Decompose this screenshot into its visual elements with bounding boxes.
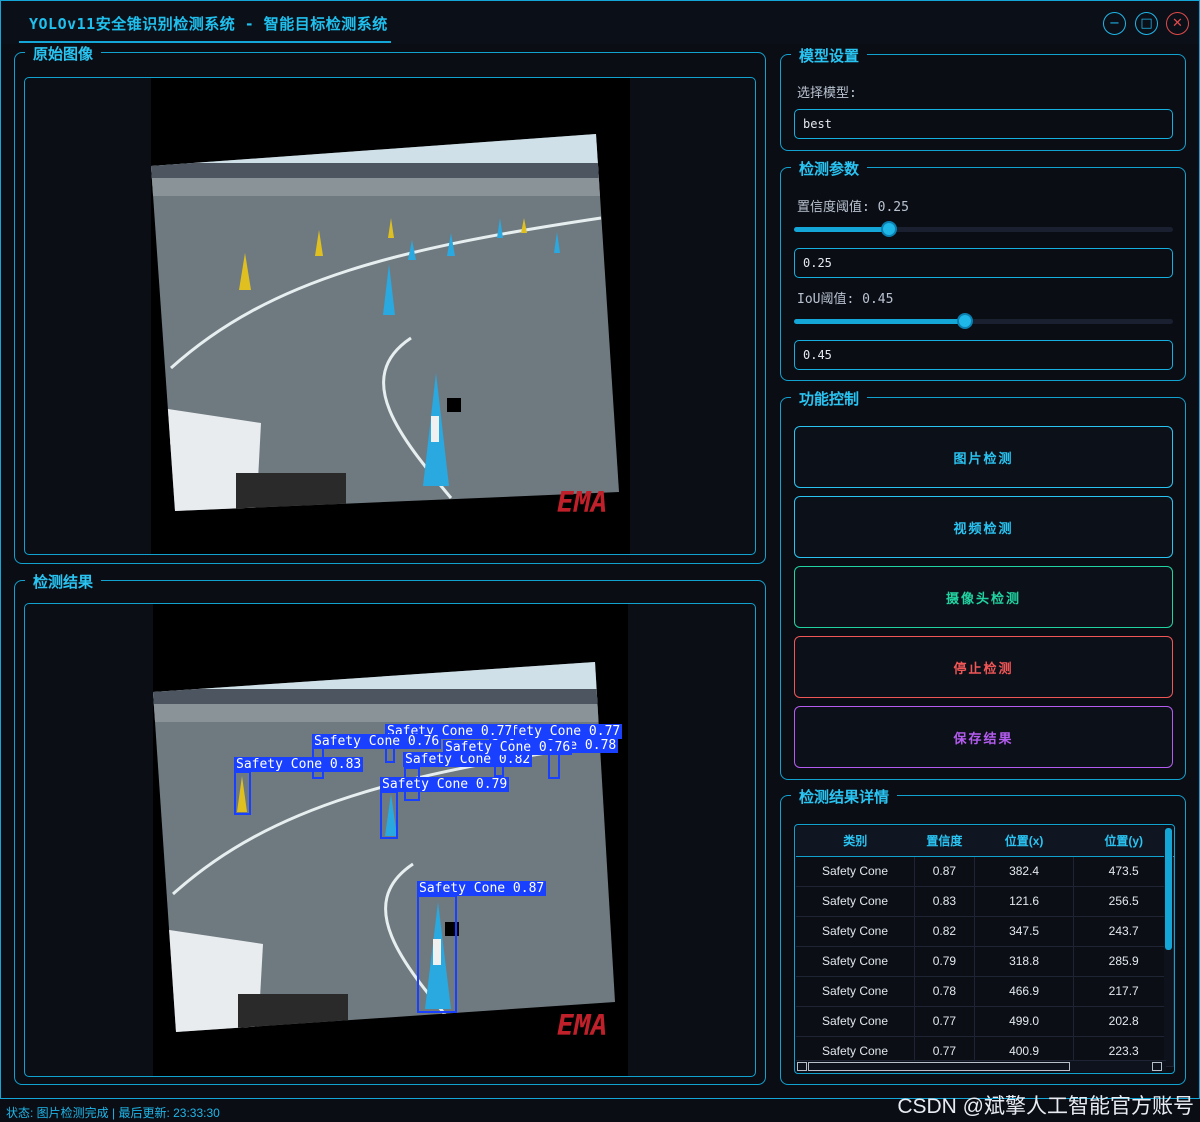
table-cell: Safety Cone xyxy=(796,886,915,917)
original-image-group: 原始图像 EMA xyxy=(14,43,766,564)
watermark-logo: EMA xyxy=(557,1009,608,1042)
iou-slider-knob[interactable] xyxy=(956,313,973,329)
table-cell: Safety Cone xyxy=(796,916,915,947)
video-detect-button[interactable]: 视频检测 xyxy=(794,496,1173,558)
table-cell: 318.8 xyxy=(974,946,1075,977)
scroll-left-arrow[interactable] xyxy=(797,1062,807,1071)
original-image-scene xyxy=(151,134,619,511)
function-controls-group: 功能控制 图片检测 视频检测 摄像头检测 停止检测 保存结果 xyxy=(780,388,1186,780)
detection-label: Safety Cone 0.79 xyxy=(380,777,510,792)
table-cell: 473.5 xyxy=(1073,856,1174,887)
maximize-button[interactable]: □ xyxy=(1135,12,1158,35)
table-cell: 243.7 xyxy=(1073,916,1174,947)
detection-result-title: 检测结果 xyxy=(25,571,102,592)
table-row[interactable]: Safety Cone 0.79 318.8 285.9 xyxy=(796,946,1174,977)
vertical-scrollbar[interactable] xyxy=(1164,826,1173,1066)
minimize-button[interactable]: − xyxy=(1103,12,1126,35)
original-image: EMA xyxy=(151,78,630,554)
iou-slider[interactable] xyxy=(794,313,1173,329)
table-cell: 0.79 xyxy=(914,946,975,977)
detection-label: Safety Cone 0.76 xyxy=(443,740,573,755)
model-select[interactable]: best xyxy=(794,109,1173,139)
confidence-label: 置信度阈值: 0.25 xyxy=(797,200,909,215)
scroll-right-arrow[interactable] xyxy=(1152,1062,1162,1071)
table-cell: 0.82 xyxy=(914,916,975,947)
table-cell: 0.77 xyxy=(914,1006,975,1037)
result-image: Safety Cone 0.87 Safety Cone 0.83 Safety… xyxy=(153,604,628,1076)
table-row[interactable]: Safety Cone 0.87 382.4 473.5 xyxy=(796,856,1174,887)
results-table: 类别 置信度 位置(x) 位置(y) Safety Cone 0.87 382.4 4… xyxy=(796,826,1174,1067)
results-table-body: Safety Cone 0.87 382.4 473.5 Safety Cone 0.83… xyxy=(796,856,1174,1067)
table-row[interactable]: Safety Cone 0.77 499.0 202.8 xyxy=(796,1006,1174,1037)
table-cell: 499.0 xyxy=(974,1006,1075,1037)
camera-detect-button[interactable]: 摄像头检测 xyxy=(794,566,1173,628)
table-cell: 347.5 xyxy=(974,916,1075,947)
window-title: YOLOv11安全锥识别检测系统 - 智能目标检测系统 xyxy=(29,15,388,33)
iou-label: IoU阈值: 0.45 xyxy=(797,292,894,307)
model-settings-group: 模型设置 选择模型: best xyxy=(780,45,1186,151)
image-detect-button[interactable]: 图片检测 xyxy=(794,426,1173,488)
table-cell: 466.9 xyxy=(974,976,1075,1007)
original-image-title: 原始图像 xyxy=(25,43,102,64)
results-detail-title: 检测结果详情 xyxy=(791,786,898,807)
close-button[interactable]: ✕ xyxy=(1166,12,1189,35)
detection-params-title: 检测参数 xyxy=(791,158,868,179)
original-image-frame: EMA xyxy=(24,77,756,555)
detection-result-frame: Safety Cone 0.87 Safety Cone 0.83 Safety… xyxy=(24,603,756,1077)
detection-label: Safety Cone 0.83 xyxy=(234,757,364,772)
close-icon: ✕ xyxy=(1172,16,1183,31)
title-bar: YOLOv11安全锥识别检测系统 - 智能目标检测系统 − □ ✕ xyxy=(0,0,1200,44)
result-image-scene xyxy=(153,662,615,1032)
column-header[interactable]: 位置(y) xyxy=(1073,826,1174,857)
confidence-slider-knob[interactable] xyxy=(880,221,897,237)
table-cell: 202.8 xyxy=(1073,1006,1174,1037)
table-row[interactable]: Safety Cone 0.78 466.9 217.7 xyxy=(796,976,1174,1007)
results-table-container: 类别 置信度 位置(x) 位置(y) Safety Cone 0.87 382.4 4… xyxy=(794,824,1175,1074)
table-cell: 121.6 xyxy=(974,886,1075,917)
table-cell: 217.7 xyxy=(1073,976,1174,1007)
maximize-icon: □ xyxy=(1140,16,1153,31)
table-cell: 0.78 xyxy=(914,976,975,1007)
table-cell: Safety Cone xyxy=(796,976,915,1007)
table-cell: Safety Cone xyxy=(796,1006,915,1037)
csdn-watermark: CSDN @斌擎人工智能官方账号 xyxy=(897,1095,1194,1118)
table-cell: 285.9 xyxy=(1073,946,1174,977)
model-settings-title: 模型设置 xyxy=(791,45,868,66)
horizontal-scrollbar-thumb[interactable] xyxy=(808,1062,1070,1071)
table-cell: 0.83 xyxy=(914,886,975,917)
iou-input[interactable]: 0.45 xyxy=(794,340,1173,370)
table-cell: 0.87 xyxy=(914,856,975,887)
table-cell: Safety Cone xyxy=(796,856,915,887)
vertical-scrollbar-thumb[interactable] xyxy=(1165,828,1172,950)
confidence-slider[interactable] xyxy=(794,221,1173,237)
column-header[interactable]: 位置(x) xyxy=(974,826,1074,857)
function-controls-title: 功能控制 xyxy=(791,388,868,409)
table-row[interactable]: Safety Cone 0.83 121.6 256.5 xyxy=(796,886,1174,917)
table-cell: 256.5 xyxy=(1073,886,1174,917)
confidence-slider-fill xyxy=(794,227,889,232)
stop-detect-button[interactable]: 停止检测 xyxy=(794,636,1173,698)
column-header[interactable]: 置信度 xyxy=(914,826,975,857)
save-results-button[interactable]: 保存结果 xyxy=(794,706,1173,768)
results-detail-group: 检测结果详情 类别 置信度 位置(x) 位置(y) Safety Cone 0.8… xyxy=(780,786,1186,1085)
horizontal-scrollbar[interactable] xyxy=(796,1060,1166,1072)
detection-label: Safety Cone 0.76 xyxy=(312,734,442,749)
confidence-input[interactable]: 0.25 xyxy=(794,248,1173,278)
detection-label: Safety Cone 0.87 xyxy=(417,881,547,896)
detection-params-group: 检测参数 置信度阈值: 0.25 0.25 IoU阈值: 0.45 0.45 xyxy=(780,158,1186,381)
iou-slider-fill xyxy=(794,319,965,324)
minimize-icon: − xyxy=(1109,16,1120,31)
watermark-logo: EMA xyxy=(557,486,608,519)
table-cell: 382.4 xyxy=(974,856,1075,887)
table-cell: Safety Cone xyxy=(796,946,915,977)
model-select-label: 选择模型: xyxy=(797,86,857,101)
detection-result-group: 检测结果 Safety Cone 0.87 Safety Cone 0.83 S… xyxy=(14,571,766,1085)
column-header[interactable]: 类别 xyxy=(796,826,915,857)
table-row[interactable]: Safety Cone 0.82 347.5 243.7 xyxy=(796,916,1174,947)
